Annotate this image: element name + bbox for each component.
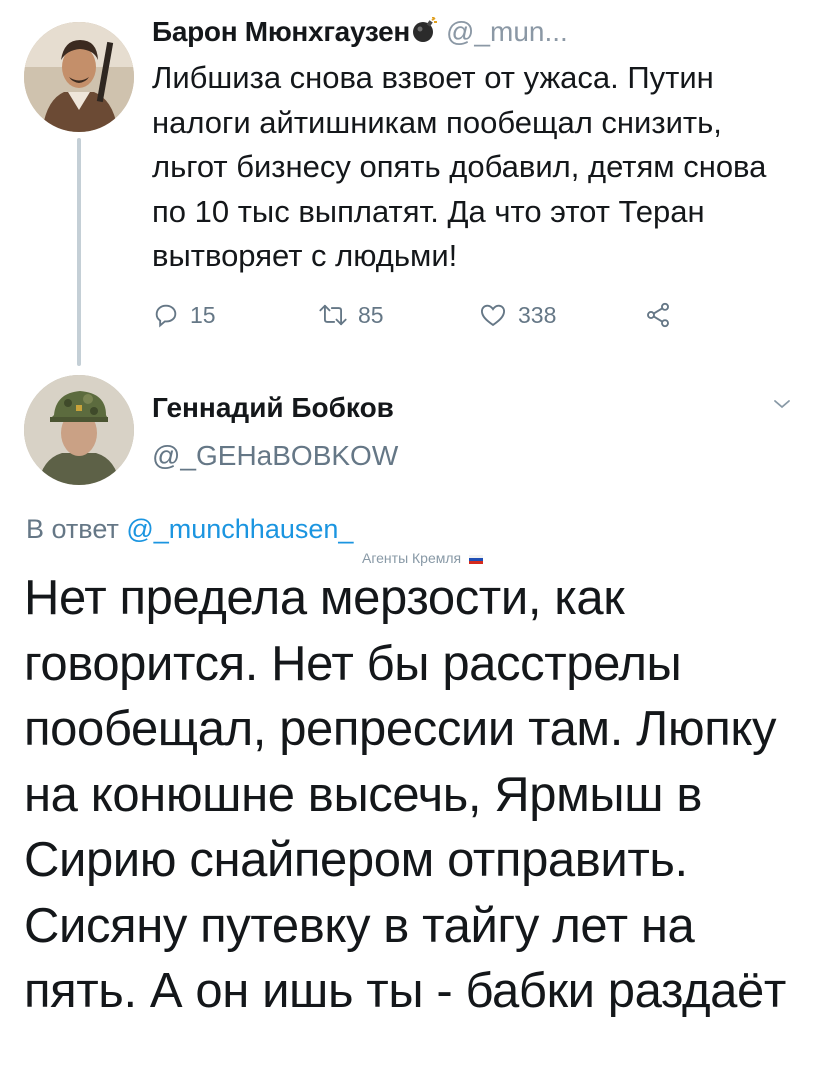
russian-flag-icon (469, 554, 484, 564)
like-icon (480, 304, 506, 327)
reply-author-handle[interactable]: @_GEHaBOBKOW (152, 440, 398, 472)
retweet-count: 85 (358, 301, 384, 328)
bomb-icon (412, 15, 438, 48)
share-icon (647, 302, 669, 328)
like-count: 338 (518, 301, 557, 328)
like-button[interactable]: 338 (478, 297, 644, 333)
agents-badge: Агенты Кремля (362, 550, 484, 566)
retweet-button[interactable]: 85 (318, 297, 478, 333)
parent-author-handle[interactable]: @_mun... (446, 16, 568, 48)
parent-author-avatar[interactable] (24, 22, 134, 132)
chevron-down-icon[interactable] (770, 392, 794, 421)
agents-badge-label: Агенты Кремля (362, 550, 462, 566)
parent-author-name[interactable]: Барон Мюнхгаузен (152, 16, 410, 48)
reply-to-mention-link[interactable]: @_munchhausen_ (126, 514, 353, 544)
reply-author-avatar[interactable] (24, 375, 134, 485)
retweet-icon (319, 304, 347, 326)
reply-button[interactable]: 15 (152, 297, 318, 333)
reply-tweet-text: Нет предела мерзости, как говорится. Нет… (24, 571, 786, 1018)
reply-to-prefix: В ответ (26, 514, 119, 544)
tweet-thread: Барон Мюнхгаузен @_mun... Либшиза снова … (0, 0, 823, 1080)
reply-author-name[interactable]: Геннадий Бобков (152, 392, 394, 424)
parent-tweet-actions: 15 85 338 (152, 297, 672, 333)
reply-icon (155, 304, 177, 328)
thread-connector-line (77, 138, 81, 366)
parent-tweet[interactable]: Барон Мюнхгаузен @_mun... Либшиза снова … (152, 12, 802, 279)
reply-context: В ответ @_munchhausen_ (26, 514, 353, 545)
parent-tweet-header: Барон Мюнхгаузен @_mun... (152, 12, 802, 52)
share-button[interactable] (644, 297, 672, 333)
parent-tweet-text: Либшиза снова взвоет от ужаса. Путин нал… (152, 60, 767, 273)
reply-count: 15 (190, 301, 216, 328)
